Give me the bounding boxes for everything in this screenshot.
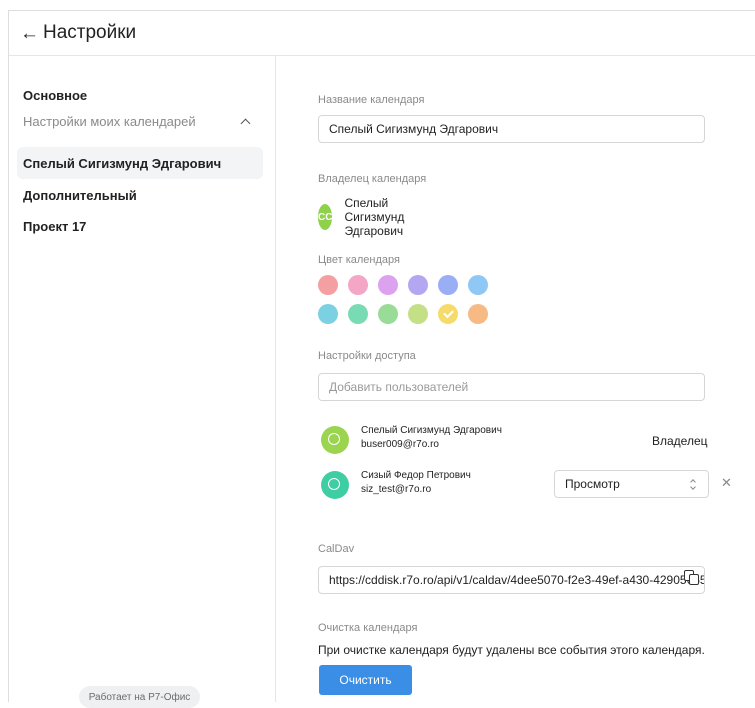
- powered-by-badge: Работает на Р7-Офис: [79, 686, 200, 708]
- color-swatch[interactable]: [408, 304, 428, 324]
- my-calendars-group-toggle[interactable]: Настройки моих календарей: [23, 114, 255, 129]
- page-header: ← Настройки: [9, 11, 755, 56]
- my-calendars-group-label: Настройки моих календарей: [23, 114, 196, 129]
- access-user-row: Сизый Федор Петрович siz_test@r7o.ro Про…: [318, 468, 732, 502]
- owner-row: СС Спелый Сигизмунд Эдгарович: [318, 196, 416, 238]
- color-swatch[interactable]: [378, 304, 398, 324]
- calendar-name-input[interactable]: [318, 115, 705, 143]
- select-arrows-icon: [690, 479, 696, 491]
- color-swatch[interactable]: [318, 304, 338, 324]
- calendar-color-label: Цвет календаря: [318, 254, 400, 266]
- user-name: Сизый Федор Петрович: [361, 470, 471, 481]
- caldav-label: CalDav: [318, 543, 355, 555]
- color-swatch[interactable]: [438, 304, 458, 324]
- user-email: buser009@r7o.ro: [361, 439, 439, 450]
- back-arrow-icon[interactable]: ←: [20, 24, 39, 43]
- caldav-url-field[interactable]: https://cddisk.r7o.ro/api/v1/caldav/4dee…: [318, 566, 705, 594]
- user-avatar: [321, 426, 349, 454]
- sidebar: Основное Настройки моих календарей Спелы…: [9, 56, 276, 708]
- sidebar-item-main[interactable]: Основное: [23, 88, 87, 103]
- user-email: siz_test@r7o.ro: [361, 484, 432, 495]
- color-swatch[interactable]: [348, 304, 368, 324]
- permission-select[interactable]: Просмотр: [554, 470, 709, 498]
- clear-calendar-button[interactable]: Очистить: [319, 665, 412, 695]
- owner-avatar: СС: [318, 204, 333, 230]
- add-users-input[interactable]: [318, 373, 705, 401]
- user-name: Спелый Сигизмунд Эдгарович: [361, 425, 502, 436]
- access-settings-label: Настройки доступа: [318, 350, 416, 362]
- user-role: Владелец: [652, 434, 708, 448]
- permission-select-value: Просмотр: [565, 477, 620, 491]
- settings-window: ← Настройки Основное Настройки моих кале…: [8, 10, 755, 708]
- access-user-row: Спелый Сигизмунд Эдгарович buser009@r7o.…: [318, 423, 728, 457]
- sidebar-item-calendar[interactable]: Дополнительный: [17, 179, 263, 211]
- sidebar-item-calendar[interactable]: Проект 17: [17, 210, 263, 242]
- clear-calendar-label: Очистка календаря: [318, 622, 418, 634]
- clear-calendar-description: При очистке календаря будут удалены все …: [318, 643, 705, 657]
- color-swatch[interactable]: [438, 275, 458, 295]
- remove-user-icon[interactable]: ✕: [721, 476, 732, 489]
- user-avatar: [321, 471, 349, 499]
- calendar-name-label: Название календаря: [318, 94, 425, 106]
- color-swatch[interactable]: [318, 275, 338, 295]
- user-icon: [328, 478, 340, 490]
- color-swatch[interactable]: [408, 275, 428, 295]
- page-title: Настройки: [43, 22, 137, 43]
- color-swatch[interactable]: [348, 275, 368, 295]
- owner-name: Спелый Сигизмунд Эдгарович: [344, 196, 405, 238]
- owner-label: Владелец календаря: [318, 173, 427, 185]
- copy-icon[interactable]: [684, 570, 700, 586]
- caldav-url: https://cddisk.r7o.ro/api/v1/caldav/4dee…: [329, 573, 705, 587]
- color-swatch[interactable]: [468, 275, 488, 295]
- chevron-up-icon: [240, 118, 251, 129]
- color-swatch[interactable]: [468, 304, 488, 324]
- user-icon: [328, 433, 340, 445]
- sidebar-item-calendar[interactable]: Спелый Сигизмунд Эдгарович: [17, 147, 263, 179]
- color-swatch[interactable]: [378, 275, 398, 295]
- check-icon: [443, 307, 454, 319]
